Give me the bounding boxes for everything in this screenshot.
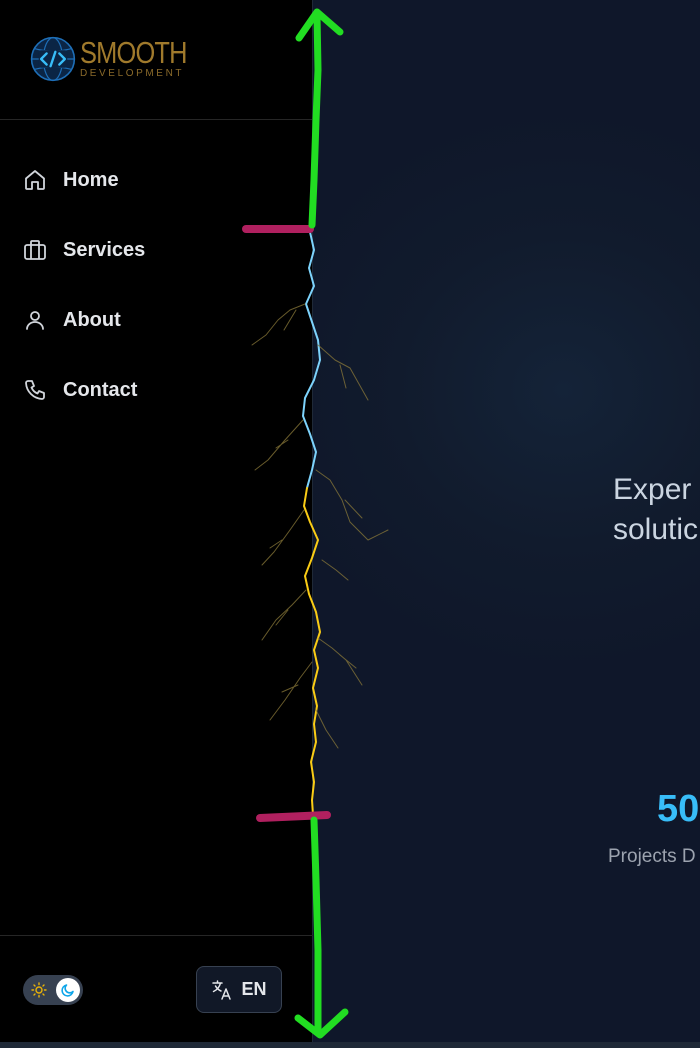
language-label: EN — [241, 979, 267, 999]
tagline-line: Exper — [613, 473, 692, 506]
tagline-line: solutic — [613, 513, 699, 546]
brand-logo[interactable]: SMOOTH DEVELOPMENT — [30, 30, 210, 88]
sidebar-item-label: Services — [63, 238, 146, 261]
stat-value: 50 — [657, 788, 700, 830]
sun-icon — [31, 982, 47, 998]
language-selector[interactable]: EN — [196, 966, 282, 1013]
toggle-knob — [56, 978, 80, 1002]
sidebar-item-about[interactable]: About — [22, 300, 145, 340]
sidebar-divider-bottom — [0, 935, 313, 936]
phone-icon — [22, 377, 48, 403]
window-bottom-edge — [0, 1042, 700, 1048]
sidebar-item-home[interactable]: Home — [22, 160, 145, 200]
stat-label: Projects D — [608, 846, 696, 867]
sidebar-item-label: About — [63, 308, 121, 331]
brand-text: SMOOTH DEVELOPMENT — [79, 35, 210, 80]
brand-name: SMOOTH — [79, 35, 187, 70]
sidebar-item-label: Contact — [63, 378, 138, 401]
moon-icon — [61, 984, 74, 997]
sidebar-item-contact[interactable]: Contact — [22, 370, 145, 410]
user-icon — [22, 307, 48, 333]
globe-code-icon — [30, 36, 76, 82]
hero-tagline: Exper solutic — [613, 470, 698, 550]
sidebar: SMOOTH DEVELOPMENT Home Services About C… — [0, 0, 313, 1042]
main-content: Exper solutic 50 Projects D — [313, 0, 700, 1042]
sidebar-item-services[interactable]: Services — [22, 230, 145, 270]
sidebar-divider-top — [0, 119, 313, 120]
translate-icon — [212, 979, 232, 1000]
sidebar-item-label: Home — [63, 168, 119, 191]
home-icon — [22, 167, 48, 193]
briefcase-icon — [22, 237, 48, 263]
sidebar-nav: Home Services About Contact — [22, 160, 145, 440]
theme-toggle[interactable] — [23, 975, 83, 1005]
